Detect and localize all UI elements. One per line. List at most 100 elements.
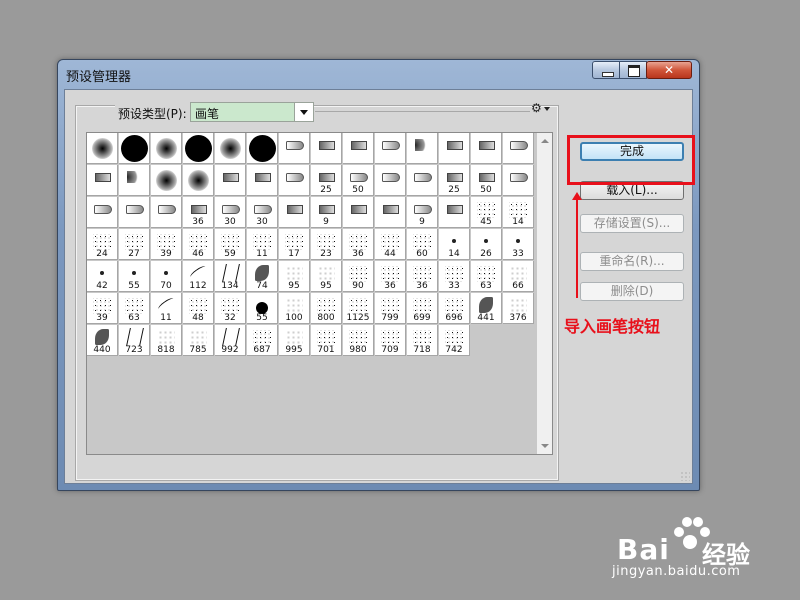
brush-preset-cell[interactable] — [151, 133, 182, 164]
brush-preset-cell[interactable]: 66 — [503, 261, 534, 292]
brush-preset-cell[interactable]: 9 — [407, 197, 438, 228]
brush-preset-cell[interactable]: 95 — [311, 261, 342, 292]
scroll-up-icon[interactable] — [537, 133, 553, 149]
brush-preset-cell[interactable] — [151, 197, 182, 228]
brush-preset-cell[interactable]: 687 — [247, 325, 278, 356]
brush-preset-cell[interactable] — [375, 165, 406, 196]
maximize-button[interactable] — [619, 61, 647, 79]
brush-preset-cell[interactable]: 1125 — [343, 293, 374, 324]
brush-preset-cell[interactable] — [375, 133, 406, 164]
delete-button[interactable]: 删除(D) — [580, 282, 684, 301]
brush-preset-cell[interactable]: 995 — [279, 325, 310, 356]
brush-preset-cell[interactable] — [471, 133, 502, 164]
brush-preset-cell[interactable] — [311, 133, 342, 164]
brush-preset-cell[interactable]: 55 — [119, 261, 150, 292]
brush-preset-cell[interactable]: 799 — [375, 293, 406, 324]
brush-preset-cell[interactable] — [375, 197, 406, 228]
brush-preset-cell[interactable]: 14 — [439, 229, 470, 260]
brush-preset-cell[interactable] — [183, 165, 214, 196]
brush-preset-cell[interactable]: 742 — [439, 325, 470, 356]
brush-preset-cell[interactable]: 9 — [311, 197, 342, 228]
brush-preset-cell[interactable] — [503, 133, 534, 164]
brush-preset-cell[interactable]: 36 — [375, 261, 406, 292]
brush-preset-cell[interactable]: 100 — [279, 293, 310, 324]
brush-preset-cell[interactable]: 55 — [247, 293, 278, 324]
brush-preset-cell[interactable]: 36 — [407, 261, 438, 292]
scrollbar[interactable] — [536, 133, 552, 454]
save-settings-button[interactable]: 存储设置(S)... — [580, 214, 684, 233]
brush-preset-cell[interactable]: 709 — [375, 325, 406, 356]
brush-preset-cell[interactable]: 33 — [503, 229, 534, 260]
brush-preset-cell[interactable]: 50 — [471, 165, 502, 196]
brush-preset-cell[interactable]: 90 — [343, 261, 374, 292]
brush-preset-cell[interactable]: 50 — [343, 165, 374, 196]
brush-preset-cell[interactable]: 36 — [183, 197, 214, 228]
brush-preset-cell[interactable]: 46 — [183, 229, 214, 260]
brush-preset-cell[interactable]: 23 — [311, 229, 342, 260]
brush-preset-cell[interactable]: 11 — [151, 293, 182, 324]
brush-preset-cell[interactable]: 992 — [215, 325, 246, 356]
brush-preset-cell[interactable] — [119, 197, 150, 228]
brush-preset-cell[interactable]: 112 — [183, 261, 214, 292]
brush-preset-cell[interactable] — [87, 197, 118, 228]
brush-preset-cell[interactable]: 723 — [119, 325, 150, 356]
brush-preset-cell[interactable]: 980 — [343, 325, 374, 356]
brush-preset-cell[interactable]: 24 — [87, 229, 118, 260]
preset-type-select[interactable]: 画笔 — [190, 102, 314, 122]
brush-preset-cell[interactable]: 36 — [343, 229, 374, 260]
brush-preset-cell[interactable]: 30 — [247, 197, 278, 228]
brush-preset-cell[interactable] — [343, 133, 374, 164]
brush-preset-cell[interactable]: 440 — [87, 325, 118, 356]
brush-preset-cell[interactable]: 74 — [247, 261, 278, 292]
brush-preset-cell[interactable]: 39 — [87, 293, 118, 324]
chevron-down-icon[interactable] — [294, 103, 313, 121]
brush-preset-cell[interactable]: 11 — [247, 229, 278, 260]
brush-preset-cell[interactable] — [119, 133, 150, 164]
brush-preset-cell[interactable]: 42 — [87, 261, 118, 292]
brush-preset-cell[interactable]: 60 — [407, 229, 438, 260]
gear-icon[interactable]: ⚙ — [531, 101, 542, 115]
brush-preset-cell[interactable] — [279, 133, 310, 164]
brush-preset-cell[interactable] — [439, 197, 470, 228]
brush-preset-cell[interactable] — [503, 165, 534, 196]
brush-preset-cell[interactable]: 14 — [503, 197, 534, 228]
brush-preset-cell[interactable]: 17 — [279, 229, 310, 260]
brush-preset-cell[interactable]: 701 — [311, 325, 342, 356]
brush-preset-cell[interactable]: 39 — [151, 229, 182, 260]
brush-preset-cell[interactable] — [247, 165, 278, 196]
brush-preset-cell[interactable]: 63 — [119, 293, 150, 324]
close-button[interactable]: ✕ — [646, 61, 692, 79]
brush-preset-cell[interactable] — [407, 165, 438, 196]
brush-preset-cell[interactable]: 718 — [407, 325, 438, 356]
brush-preset-cell[interactable] — [247, 133, 278, 164]
brush-preset-cell[interactable]: 818 — [151, 325, 182, 356]
brush-preset-cell[interactable]: 95 — [279, 261, 310, 292]
brush-preset-cell[interactable]: 134 — [215, 261, 246, 292]
gear-menu-arrow-icon[interactable] — [544, 107, 550, 111]
brush-preset-cell[interactable]: 441 — [471, 293, 502, 324]
brush-preset-cell[interactable]: 25 — [311, 165, 342, 196]
brush-preset-cell[interactable]: 44 — [375, 229, 406, 260]
brush-preset-cell[interactable]: 59 — [215, 229, 246, 260]
minimize-button[interactable] — [592, 61, 620, 79]
brush-preset-cell[interactable]: 33 — [439, 261, 470, 292]
brush-preset-cell[interactable] — [279, 197, 310, 228]
scroll-down-icon[interactable] — [537, 438, 553, 454]
brush-preset-cell[interactable]: 785 — [183, 325, 214, 356]
brush-preset-cell[interactable]: 32 — [215, 293, 246, 324]
brush-preset-cell[interactable] — [279, 165, 310, 196]
brush-preset-cell[interactable]: 696 — [439, 293, 470, 324]
brush-list[interactable]: 25 50 25 50 36 30 30 9 9 45 14 24 27 39 46 59 11 17 23 36 44… — [86, 132, 553, 455]
brush-preset-cell[interactable] — [119, 165, 150, 196]
brush-preset-cell[interactable] — [343, 197, 374, 228]
resize-grip-icon[interactable] — [680, 471, 690, 481]
brush-preset-cell[interactable] — [151, 165, 182, 196]
brush-preset-cell[interactable]: 45 — [471, 197, 502, 228]
rename-button[interactable]: 重命名(R)... — [580, 252, 684, 271]
brush-preset-cell[interactable]: 48 — [183, 293, 214, 324]
brush-preset-cell[interactable]: 376 — [503, 293, 534, 324]
brush-preset-cell[interactable]: 70 — [151, 261, 182, 292]
brush-preset-cell[interactable] — [87, 165, 118, 196]
brush-preset-cell[interactable]: 30 — [215, 197, 246, 228]
title-bar[interactable]: 预设管理器 ✕ — [58, 60, 699, 88]
